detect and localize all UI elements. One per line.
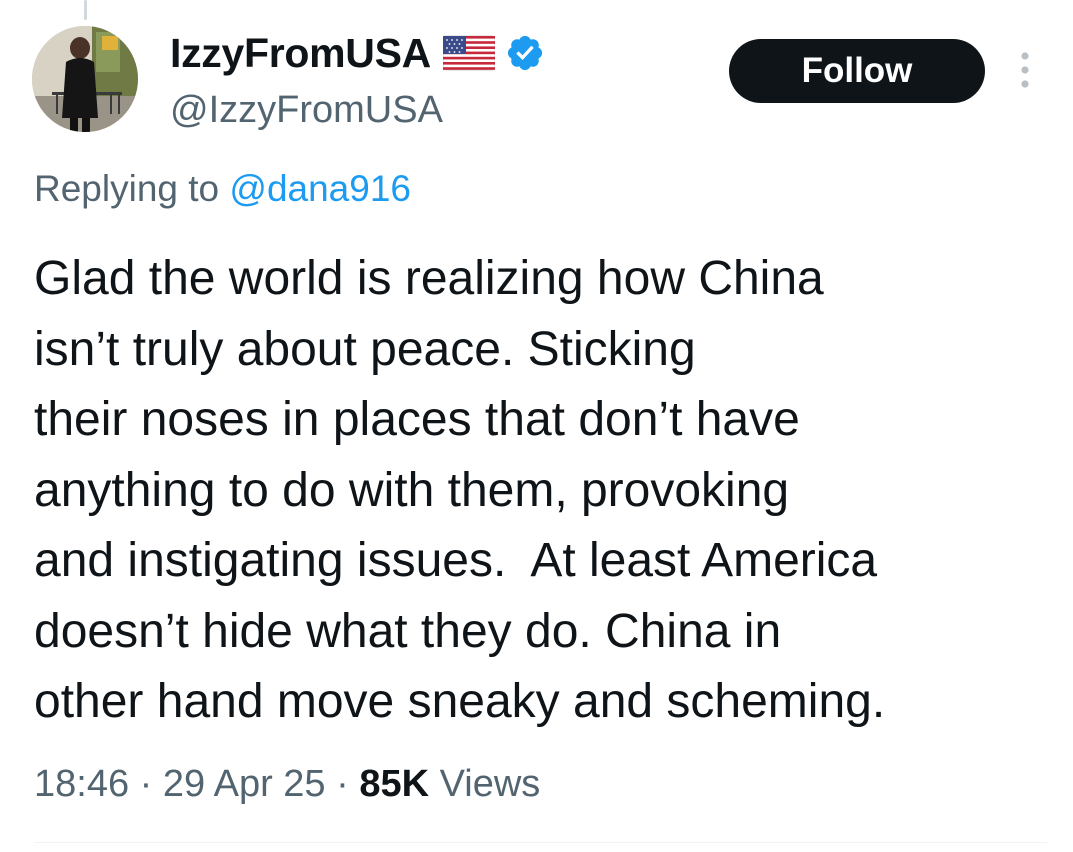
- author-handle[interactable]: @IzzyFromUSA: [170, 87, 443, 133]
- more-vertical-icon[interactable]: [1014, 48, 1036, 92]
- verified-badge-icon[interactable]: [505, 33, 545, 73]
- author-name-row: IzzyFromUSA: [170, 28, 545, 78]
- tweet-text-line: and instigating issues. At least America: [34, 534, 878, 587]
- tweet-text-line: their noses in places that don’t have: [34, 393, 800, 446]
- avatar-photo: [32, 26, 138, 132]
- us-flag-icon: [442, 34, 496, 72]
- meta-separator: ·: [139, 763, 153, 805]
- tweet-text-line: other hand move sneaky and scheming.: [34, 675, 886, 728]
- meta-separator: ·: [336, 763, 349, 805]
- tweet-text-line: isn’t truly about peace. Sticking: [34, 322, 696, 376]
- tweet-time[interactable]: 18:46: [34, 763, 129, 805]
- follow-button[interactable]: Follow: [729, 39, 985, 103]
- reply-mention-link[interactable]: @dana916: [229, 168, 411, 209]
- author-display-name[interactable]: IzzyFromUSA: [170, 28, 431, 78]
- divider: [34, 842, 1047, 843]
- views-count: 85K: [359, 763, 430, 805]
- reply-context-prefix: Replying to: [34, 168, 220, 209]
- tweet-meta: 18:46 · 29 Apr 25 · 85K Views: [34, 760, 540, 808]
- tweet-text-line: doesn’t hide what they do. China in: [34, 604, 782, 658]
- reply-context: Replying to @dana916: [34, 166, 411, 212]
- thread-connector-line: [84, 0, 87, 20]
- avatar[interactable]: [32, 26, 138, 132]
- tweet-date[interactable]: 29 Apr 25: [163, 763, 326, 805]
- tweet-text-line: anything to do with them, provoking: [34, 463, 790, 517]
- views-label: Views: [439, 763, 541, 805]
- tweet-text: Glad the world is realizing how China is…: [34, 244, 1064, 738]
- tweet-text-line: Glad the world is realizing how China: [34, 252, 824, 305]
